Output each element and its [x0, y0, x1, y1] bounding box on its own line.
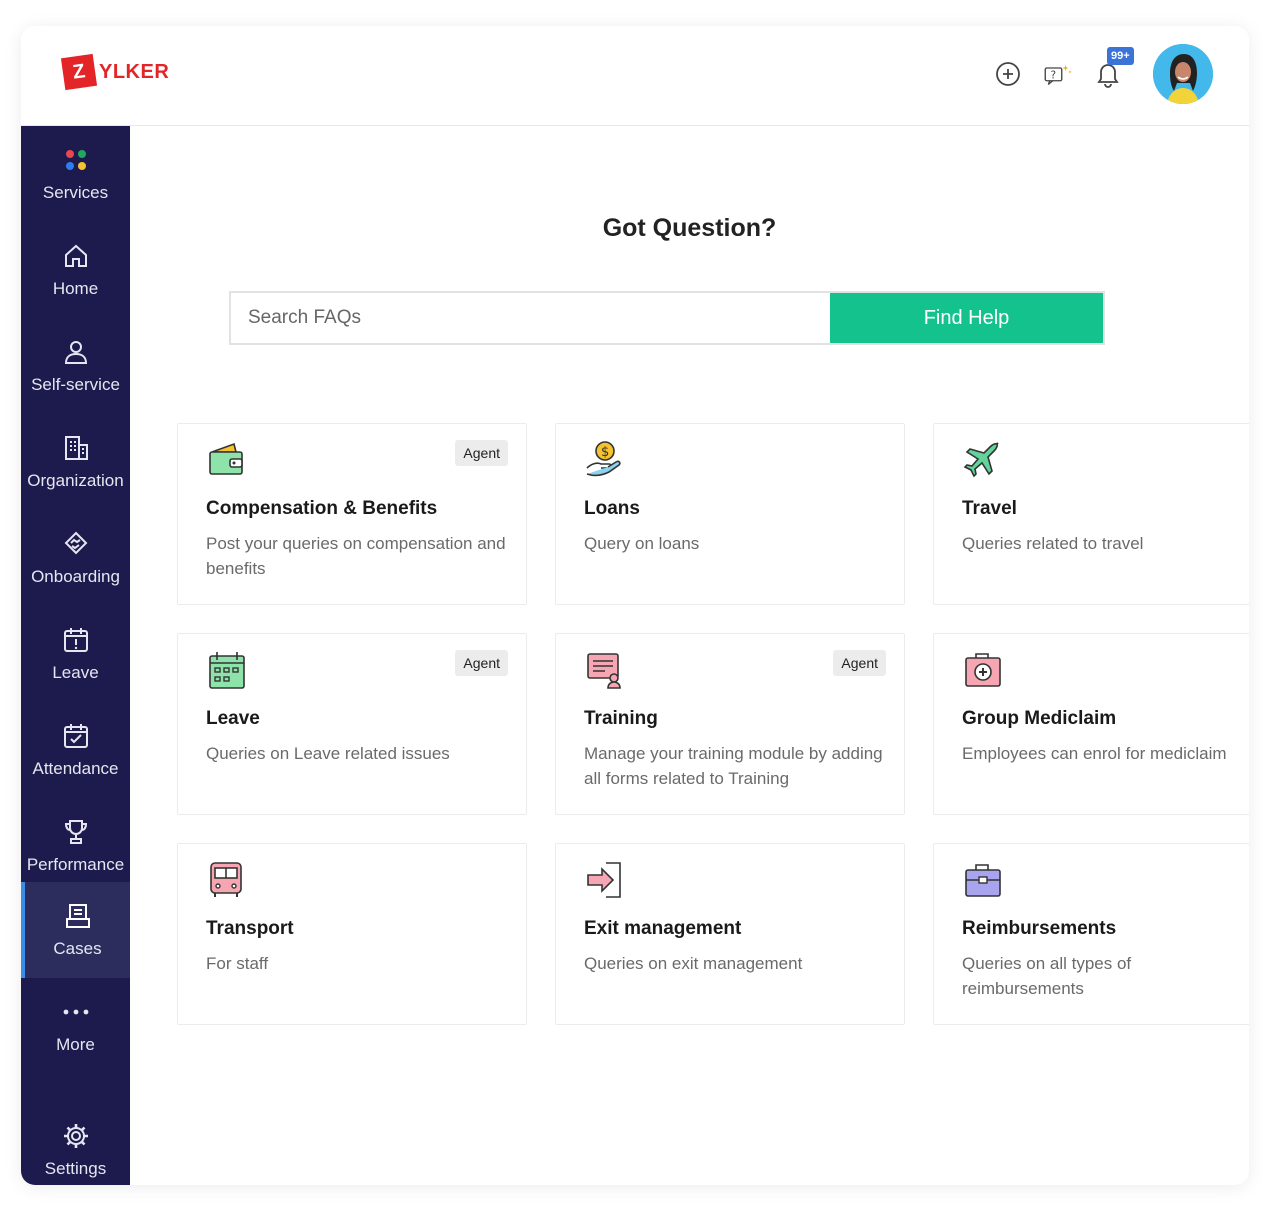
card-title: Reimbursements — [962, 918, 1117, 939]
category-card-training[interactable]: Agent Training Manage your training modu… — [555, 633, 905, 815]
card-title: Exit management — [584, 918, 742, 939]
card-description: Query on loans — [584, 534, 700, 553]
category-card-exit-management[interactable]: Exit management Queries on exit manageme… — [555, 843, 905, 1025]
services-dots-icon — [62, 145, 90, 175]
card-title: Leave — [206, 708, 260, 729]
svg-text:$: $ — [601, 445, 609, 460]
sidebar-item-performance[interactable]: Performance — [21, 798, 130, 894]
agent-badge: Agent — [455, 650, 508, 676]
airplane-icon — [962, 440, 1006, 484]
calendar-icon — [206, 650, 250, 694]
category-card-transport[interactable]: Transport For staff — [177, 843, 527, 1025]
card-title: Group Mediclaim — [962, 708, 1117, 729]
sidebar-item-label: Attendance — [32, 759, 119, 778]
sidebar-item-self-service[interactable]: Self-service — [21, 318, 130, 414]
help-button[interactable]: ? — [1043, 59, 1073, 89]
home-icon — [62, 241, 90, 271]
gear-icon — [62, 1121, 90, 1151]
sidebar-item-home[interactable]: Home — [21, 222, 130, 318]
main-content: Got Question? Find Help Agent Compensati… — [130, 126, 1249, 1185]
card-description: Queries on exit management — [584, 954, 803, 973]
sidebar-item-leave[interactable]: Leave — [21, 606, 130, 702]
find-help-button[interactable]: Find Help — [830, 293, 1103, 343]
category-card-loans[interactable]: $ Loans Query on loans — [555, 423, 905, 605]
sidebar-item-settings[interactable]: Settings — [21, 1102, 130, 1185]
category-card-travel[interactable]: Travel Queries related to travel — [933, 423, 1249, 605]
loan-hand-icon: $ — [584, 440, 628, 484]
sidebar-item-label: Home — [52, 279, 99, 298]
zylker-logo[interactable]: Z YLKER — [60, 53, 170, 91]
sidebar-item-more[interactable]: More — [21, 978, 130, 1074]
sidebar-item-onboarding[interactable]: Onboarding — [21, 510, 130, 606]
app-window: Z YLKER ? 99+ Services Home Self-service… — [21, 26, 1249, 1185]
logo-mark: Z — [60, 53, 98, 91]
category-card-reimbursements[interactable]: Reimbursements Queries on all types of r… — [933, 843, 1249, 1025]
exit-icon — [584, 860, 628, 904]
top-header: Z YLKER ? 99+ — [21, 26, 1249, 126]
sidebar-item-label: Settings — [44, 1159, 107, 1178]
card-title: Loans — [584, 498, 640, 519]
sidebar-item-attendance[interactable]: Attendance — [21, 702, 130, 798]
svg-text:?: ? — [1051, 70, 1057, 82]
notifications-button[interactable]: 99+ — [1093, 47, 1134, 89]
sidebar-item-label: Performance — [26, 855, 125, 874]
add-button[interactable] — [993, 59, 1023, 89]
sidebar-item-services[interactable]: Services — [21, 126, 130, 222]
sidebar-item-label: Self-service — [31, 375, 120, 394]
card-title: Transport — [206, 918, 294, 939]
cases-icon — [64, 901, 92, 931]
sidebar-item-label: Leave — [52, 663, 99, 682]
card-description: Post your queries on compensation and be… — [206, 534, 506, 578]
card-title: Travel — [962, 498, 1017, 519]
sidebar-item-label: More — [56, 1035, 95, 1054]
sidebar-item-label: Organization — [27, 471, 124, 490]
sidebar-item-organization[interactable]: Organization — [21, 414, 130, 510]
card-title: Training — [584, 708, 658, 729]
briefcase-icon — [962, 860, 1006, 904]
card-description: Employees can enrol for mediclaim — [962, 744, 1227, 763]
sidebar-item-label: Cases — [53, 939, 102, 958]
handshake-icon — [62, 529, 90, 559]
sidebar-item-label: Onboarding — [31, 567, 120, 586]
calendar-check-icon — [62, 721, 90, 751]
more-icon — [62, 997, 90, 1027]
category-card-leave[interactable]: Agent Leave Queries on Leave related iss… — [177, 633, 527, 815]
card-description: Queries on all types of reimbursements — [962, 954, 1132, 998]
card-title: Compensation & Benefits — [206, 498, 438, 519]
category-card-group-mediclaim[interactable]: Group Mediclaim Employees can enrol for … — [933, 633, 1249, 815]
sidebar-item-cases[interactable]: Cases — [21, 882, 130, 978]
notification-badge: 99+ — [1107, 47, 1134, 65]
bus-icon — [206, 860, 250, 904]
user-avatar[interactable] — [1153, 44, 1213, 104]
medical-kit-icon — [962, 650, 1006, 694]
faq-search-bar: Find Help — [229, 291, 1105, 345]
wallet-icon — [206, 440, 250, 484]
person-icon — [62, 337, 90, 367]
category-card-compensation[interactable]: Agent Compensation & Benefits Post your … — [177, 423, 527, 605]
agent-badge: Agent — [833, 650, 886, 676]
sidebar: Services Home Self-service Organization … — [21, 126, 130, 1185]
card-description: Queries related to travel — [962, 534, 1144, 553]
search-input[interactable] — [231, 293, 830, 343]
avatar-image — [1153, 44, 1213, 104]
card-description: Manage your training module by adding al… — [584, 744, 883, 788]
agent-badge: Agent — [455, 440, 508, 466]
trophy-icon — [62, 817, 90, 847]
header-actions: ? 99+ — [993, 44, 1213, 104]
sidebar-item-label: Services — [42, 183, 109, 202]
card-description: For staff — [206, 954, 269, 973]
building-icon — [62, 433, 90, 463]
question-sparkle-icon: ? — [1044, 65, 1072, 85]
card-description: Queries on Leave related issues — [206, 744, 450, 763]
plus-circle-icon — [996, 62, 1020, 86]
logo-text: YLKER — [99, 60, 170, 83]
calendar-alert-icon — [62, 625, 90, 655]
training-icon — [584, 650, 628, 694]
page-title: Got Question? — [602, 214, 777, 242]
